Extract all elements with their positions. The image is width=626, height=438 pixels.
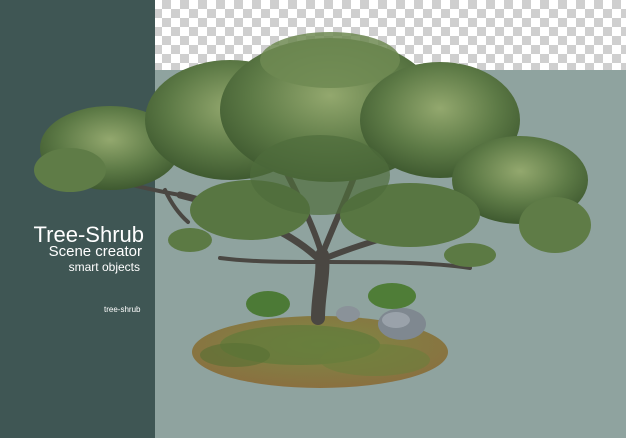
poster-subtitle: Scene creator bbox=[48, 243, 142, 260]
tag-label: tree-shrub bbox=[104, 305, 141, 314]
poster-canvas: Tree-Shrub Scene creator smart objects t… bbox=[0, 0, 626, 438]
poster-tagline: smart objects bbox=[68, 260, 140, 274]
tree-shrub-illustration bbox=[34, 32, 591, 388]
